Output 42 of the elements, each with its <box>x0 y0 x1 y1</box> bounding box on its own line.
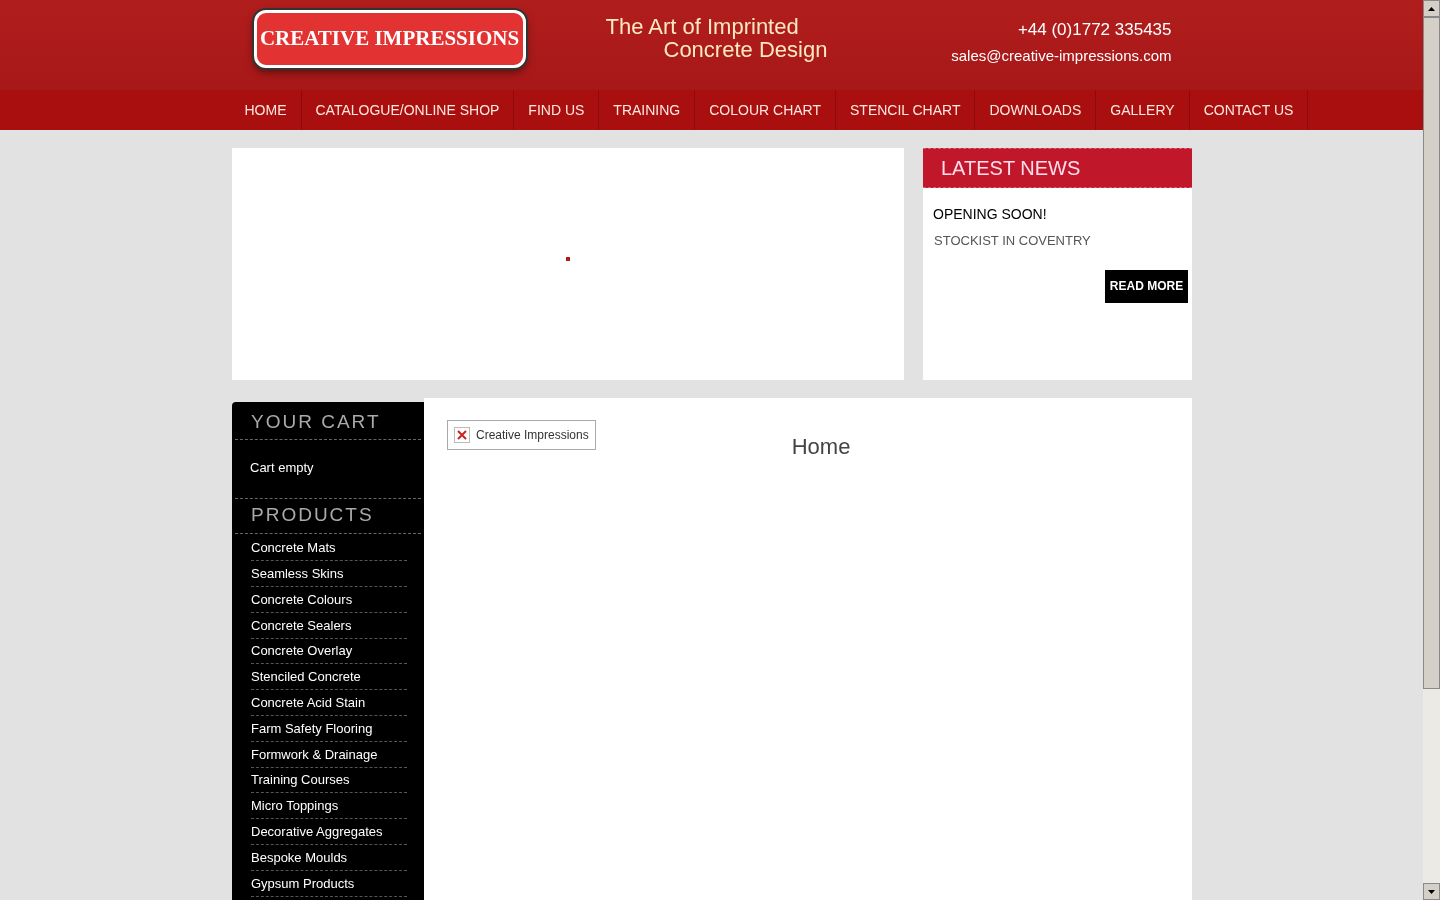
product-link[interactable]: Formwork & Drainage <box>251 741 407 768</box>
scroll-down-icon[interactable] <box>1423 883 1440 900</box>
nav-link[interactable]: COLOUR CHART <box>695 90 836 130</box>
products-title: PRODUCTS <box>235 497 421 534</box>
nav-link[interactable]: FIND US <box>514 90 600 130</box>
nav-link[interactable]: CATALOGUE/ONLINE SHOP <box>301 90 515 130</box>
product-link[interactable]: Stenciled Concrete <box>251 664 407 691</box>
nav-link[interactable]: CONTACT US <box>1189 90 1309 130</box>
product-link[interactable]: Training Courses <box>251 767 407 794</box>
scrollbar[interactable] <box>1423 0 1440 900</box>
nav-link[interactable]: GALLERY <box>1096 90 1190 130</box>
product-link[interactable]: Gypsum Products <box>251 870 407 897</box>
nav-link[interactable]: STENCIL CHART <box>836 90 976 130</box>
read-more-button[interactable]: READ MORE <box>1105 269 1188 303</box>
tagline: The Art of Imprinted <box>605 15 800 38</box>
product-link[interactable]: Micro Toppings <box>251 793 407 820</box>
nav-link[interactable]: TRAINING <box>599 90 696 130</box>
scroll-up-icon[interactable] <box>1423 0 1440 17</box>
product-link[interactable]: Decorative Aggregates <box>251 819 407 846</box>
product-link[interactable]: Seamless Skins <box>251 561 407 588</box>
tagline: Concrete Design <box>663 38 828 61</box>
logo[interactable]: CREATIVE IMPRESSIONS <box>253 10 526 68</box>
nav-link[interactable]: DOWNLOADS <box>975 90 1097 130</box>
broken-image-icon <box>454 427 470 443</box>
product-link[interactable]: Concrete Overlay <box>251 638 407 665</box>
cart-title: YOUR CART <box>235 406 421 440</box>
news-title: LATEST NEWS <box>923 148 1192 188</box>
news-summary: STOCKIST IN COVENTRY <box>934 232 1092 250</box>
product-link[interactable]: Concrete Mats <box>251 535 407 562</box>
product-link[interactable]: Farm Safety Flooring <box>251 716 407 742</box>
product-link[interactable]: Concrete Sealers <box>251 612 407 639</box>
news-headline: OPENING SOON! <box>933 205 1048 224</box>
cart-status: Cart empty <box>250 459 315 477</box>
phone-number: +44 (0)1772 335435 <box>1017 19 1172 41</box>
product-link[interactable]: Concrete Colours <box>251 587 407 613</box>
email-address[interactable]: sales@creative-impressions.com <box>951 44 1172 67</box>
image-alt-text: Creative Impressions <box>476 427 589 444</box>
product-link[interactable]: Concrete Acid Stain <box>251 690 407 717</box>
product-link[interactable]: Bespoke Moulds <box>251 845 407 871</box>
nav-link[interactable]: HOME <box>231 90 302 130</box>
page-heading: Home <box>791 433 851 461</box>
scroll-thumb[interactable] <box>1423 17 1440 689</box>
